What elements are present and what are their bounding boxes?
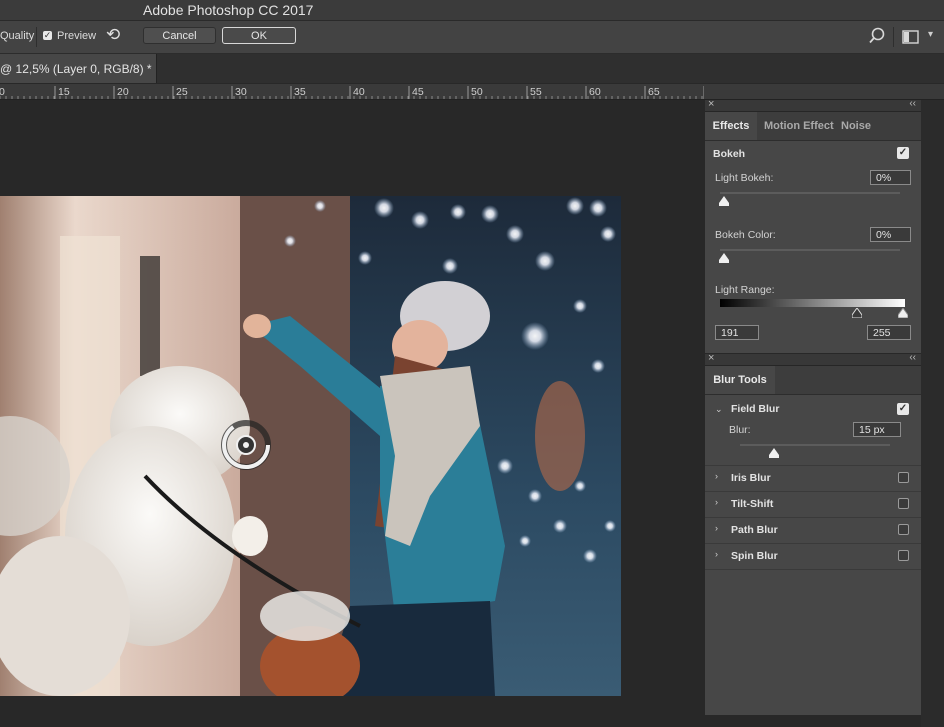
light-range-high-thumb[interactable]: [898, 308, 908, 318]
blur-slider-track[interactable]: [740, 444, 890, 446]
divider: [705, 543, 921, 544]
chevron-right-icon[interactable]: ›: [715, 497, 718, 507]
horizontal-ruler[interactable]: 0152025303540455055606570758085: [0, 84, 944, 100]
divider: [705, 569, 921, 570]
ruler-tick-label: 25: [176, 86, 188, 98]
panel-dock-edge: [921, 100, 944, 727]
ruler-tick-label: 45: [412, 86, 424, 98]
bokeh-checkbox[interactable]: ✓: [897, 147, 909, 159]
ruler-tick-label: 20: [117, 86, 129, 98]
app-title: Adobe Photoshop CC 2017: [143, 2, 314, 18]
document-image[interactable]: [0, 196, 621, 696]
divider: [36, 27, 37, 47]
bokeh-label: Bokeh: [713, 148, 746, 160]
ruler-tick-label: 15: [58, 86, 70, 98]
tab-blur-tools[interactable]: Blur Tools: [705, 366, 775, 394]
blur-slider-thumb[interactable]: [769, 448, 779, 458]
divider: [705, 491, 921, 492]
collapse-icon[interactable]: ‹‹: [909, 352, 916, 363]
preview-label[interactable]: Preview: [57, 30, 96, 42]
ruler-tick-label: 55: [530, 86, 542, 98]
path-blur-checkbox[interactable]: [898, 524, 909, 535]
divider: [705, 517, 921, 518]
options-bar: Quality ✓ Preview ⟲ Cancel OK ▾: [0, 21, 944, 54]
ruler-tick-label: 0: [0, 86, 5, 98]
light-range-label: Light Range:: [715, 284, 775, 296]
bokeh-color-input[interactable]: 0%: [870, 227, 911, 242]
close-icon[interactable]: ×: [708, 352, 714, 364]
iris-blur-checkbox[interactable]: [898, 472, 909, 483]
field-blur-label[interactable]: Field Blur: [731, 403, 779, 415]
ruler-tick-label: 50: [471, 86, 483, 98]
blur-tools-tabs: Blur Tools: [705, 366, 921, 395]
blur-pin-icon[interactable]: [221, 420, 271, 470]
divider: [893, 27, 894, 47]
workspace-icon[interactable]: [902, 29, 919, 45]
divider: [705, 465, 921, 466]
blur-amount-input[interactable]: 15 px: [853, 422, 901, 437]
light-range-max-input[interactable]: 255: [867, 325, 911, 340]
effects-tabs: Effects Motion Effect Noise: [705, 112, 921, 141]
field-blur-checkbox[interactable]: ✓: [897, 403, 909, 415]
chevron-down-icon[interactable]: ⌄: [715, 404, 723, 415]
ruler-ticks: 0152025303540455055606570758085: [0, 86, 704, 99]
ok-button[interactable]: OK: [222, 27, 296, 44]
ruler-tick-label: 60: [589, 86, 601, 98]
blur-tools-panel: Blur Tools ⌄ Field Blur ✓ Blur: 15 px › …: [705, 366, 921, 715]
bokeh-color-slider-track[interactable]: [720, 249, 900, 251]
ruler-tick-label: 35: [294, 86, 306, 98]
document-tab-label: @ 12,5% (Layer 0, RGB/8) *: [0, 62, 152, 76]
tab-noise[interactable]: Noise: [841, 112, 871, 140]
light-range-gradient[interactable]: [720, 299, 905, 307]
tab-effects[interactable]: Effects: [705, 112, 757, 140]
tab-motion-effect[interactable]: Motion Effect: [764, 112, 834, 140]
light-bokeh-slider-thumb[interactable]: [719, 196, 729, 206]
light-bokeh-label: Light Bokeh:: [715, 172, 774, 184]
ruler-tick-label: 40: [353, 86, 365, 98]
blur-amount-label: Blur:: [729, 424, 751, 436]
ruler-tick-label: 65: [648, 86, 660, 98]
photo-illustration: [0, 196, 621, 696]
spin-blur-checkbox[interactable]: [898, 550, 909, 561]
title-bar: Adobe Photoshop CC 2017: [0, 0, 944, 21]
tilt-shift-checkbox[interactable]: [898, 498, 909, 509]
chevron-down-icon[interactable]: ▾: [928, 29, 933, 40]
effects-panel: Effects Motion Effect Noise Bokeh ✓ Ligh…: [705, 112, 921, 353]
search-icon[interactable]: [868, 27, 886, 45]
reset-icon[interactable]: ⟲: [106, 25, 120, 45]
light-bokeh-input[interactable]: 0%: [870, 170, 911, 185]
collapse-icon[interactable]: ‹‹: [909, 98, 916, 109]
path-blur-label[interactable]: Path Blur: [731, 524, 778, 536]
light-bokeh-slider-track[interactable]: [720, 192, 900, 194]
tilt-shift-label[interactable]: Tilt-Shift: [731, 498, 773, 510]
bokeh-color-slider-thumb[interactable]: [719, 253, 729, 263]
chevron-right-icon[interactable]: ›: [715, 471, 718, 481]
ruler-tick-label: 30: [235, 86, 247, 98]
close-icon[interactable]: ×: [708, 98, 714, 110]
chevron-right-icon[interactable]: ›: [715, 549, 718, 559]
effects-panel-header: × ‹‹: [705, 98, 921, 112]
chevron-right-icon[interactable]: ›: [715, 523, 718, 533]
quality-label[interactable]: Quality: [0, 30, 34, 42]
spin-blur-label[interactable]: Spin Blur: [731, 550, 778, 562]
preview-checkbox[interactable]: ✓: [43, 31, 52, 40]
document-tab-bar: @ 12,5% (Layer 0, RGB/8) *: [0, 54, 944, 83]
light-range-low-thumb[interactable]: [852, 308, 862, 318]
iris-blur-label[interactable]: Iris Blur: [731, 472, 771, 484]
document-tab[interactable]: @ 12,5% (Layer 0, RGB/8) *: [0, 54, 157, 83]
bokeh-color-label: Bokeh Color:: [715, 229, 776, 241]
light-range-min-input[interactable]: 191: [715, 325, 759, 340]
blur-tools-panel-header: × ‹‹: [705, 352, 921, 366]
cancel-button[interactable]: Cancel: [143, 27, 216, 44]
